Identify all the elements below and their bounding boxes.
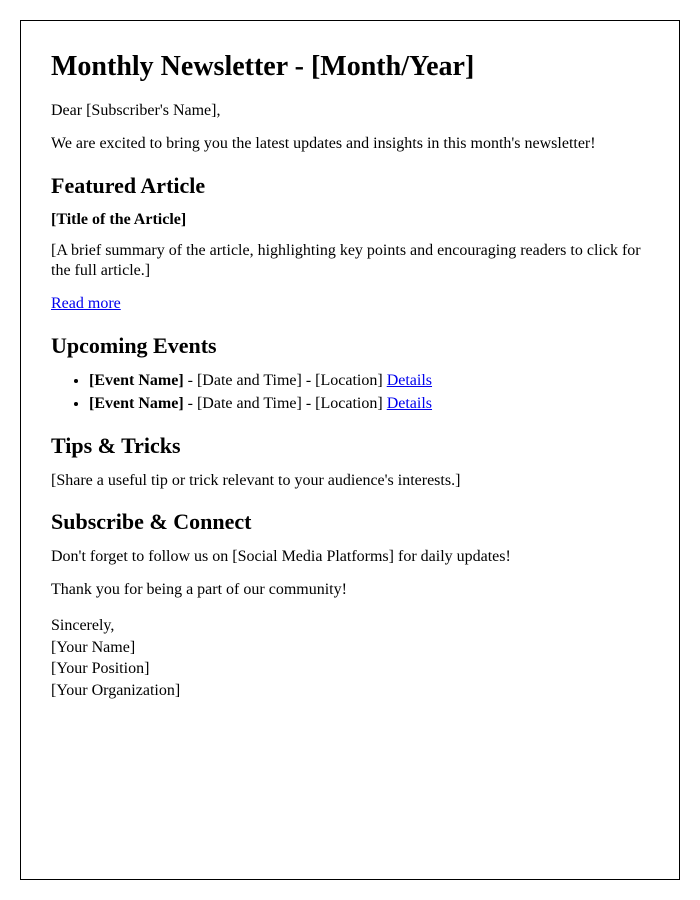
event-datetime: [Date and Time] [197, 395, 302, 412]
event-separator: - [184, 395, 197, 412]
event-datetime: [Date and Time] [197, 372, 302, 389]
featured-article-summary: [A brief summary of the article, highlig… [51, 241, 649, 283]
signoff-block: Sincerely, [Your Name] [Your Position] [… [51, 615, 649, 701]
read-more-wrapper: Read more [51, 294, 649, 315]
signoff-organization: [Your Organization] [51, 680, 649, 702]
event-details-link[interactable]: Details [387, 372, 432, 389]
event-item: [Event Name] - [Date and Time] - [Locati… [89, 371, 649, 392]
signoff-name: [Your Name] [51, 637, 649, 659]
signoff-position: [Your Position] [51, 658, 649, 680]
page-title: Monthly Newsletter - [Month/Year] [51, 51, 649, 83]
subscribe-body: Don't forget to follow us on [Social Med… [51, 547, 649, 568]
read-more-link[interactable]: Read more [51, 295, 121, 312]
signoff-closing: Sincerely, [51, 615, 649, 637]
tips-heading: Tips & Tricks [51, 433, 649, 459]
event-separator: - [302, 395, 315, 412]
featured-article-heading: Featured Article [51, 173, 649, 199]
newsletter-page: Monthly Newsletter - [Month/Year] Dear [… [20, 20, 680, 880]
intro-paragraph: We are excited to bring you the latest u… [51, 134, 649, 155]
event-location: [Location] [315, 372, 383, 389]
thanks-line: Thank you for being a part of our commun… [51, 580, 649, 601]
tips-body: [Share a useful tip or trick relevant to… [51, 471, 649, 492]
greeting-line: Dear [Subscriber's Name], [51, 101, 649, 122]
event-name: [Event Name] [89, 372, 184, 389]
event-separator: - [302, 372, 315, 389]
event-location: [Location] [315, 395, 383, 412]
subscribe-heading: Subscribe & Connect [51, 509, 649, 535]
event-details-link[interactable]: Details [387, 395, 432, 412]
event-name: [Event Name] [89, 395, 184, 412]
upcoming-events-heading: Upcoming Events [51, 333, 649, 359]
featured-article-title: [Title of the Article] [51, 211, 649, 229]
event-separator: - [184, 372, 197, 389]
events-list: [Event Name] - [Date and Time] - [Locati… [51, 371, 649, 415]
event-item: [Event Name] - [Date and Time] - [Locati… [89, 394, 649, 415]
